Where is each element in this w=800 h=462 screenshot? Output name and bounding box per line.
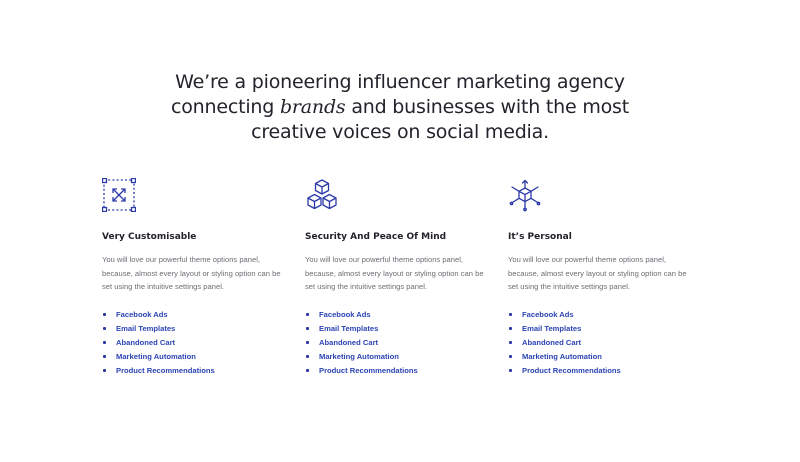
feature-link-marketing-automation[interactable]: Marketing Automation xyxy=(102,350,305,364)
feature-link-email-templates[interactable]: Email Templates xyxy=(508,322,711,336)
bullet-icon xyxy=(509,354,512,358)
feature-title: Security And Peace Of Mind xyxy=(305,232,447,242)
cubes-icon xyxy=(307,179,337,210)
link-label: Facebook Ads xyxy=(116,309,168,319)
cube-network-icon xyxy=(509,179,541,212)
link-label: Marketing Automation xyxy=(522,351,602,361)
feature-link-email-templates[interactable]: Email Templates xyxy=(305,322,508,336)
bullet-icon xyxy=(103,312,106,316)
feature-link-list: Facebook Ads Email Templates Abandoned C… xyxy=(508,308,711,378)
feature-link-product-recommendations[interactable]: Product Recommendations xyxy=(102,364,305,378)
link-label: Facebook Ads xyxy=(522,309,574,319)
feature-link-abandoned-cart[interactable]: Abandoned Cart xyxy=(102,336,305,350)
bullet-icon xyxy=(306,368,309,372)
bullet-icon xyxy=(306,354,309,358)
link-label: Email Templates xyxy=(319,323,379,333)
feature-link-abandoned-cart[interactable]: Abandoned Cart xyxy=(305,336,508,350)
link-label: Abandoned Cart xyxy=(116,337,176,347)
bullet-icon xyxy=(306,326,309,330)
feature-link-email-templates[interactable]: Email Templates xyxy=(102,322,305,336)
feature-description: You will love our powerful theme options… xyxy=(305,255,484,291)
features-row: Very Customisable You will love our powe… xyxy=(102,178,722,378)
feature-link-product-recommendations[interactable]: Product Recommendations xyxy=(508,364,711,378)
hero-headline: We’re a pioneering influencer marketing … xyxy=(0,70,800,145)
bullet-icon xyxy=(509,368,512,372)
feature-title: Very Customisable xyxy=(102,232,197,242)
feature-link-list: Facebook Ads Email Templates Abandoned C… xyxy=(102,308,305,378)
bullet-icon xyxy=(103,368,106,372)
bullet-icon xyxy=(306,340,309,344)
headline-line-2-end: and businesses with the most xyxy=(345,96,629,118)
link-label: Abandoned Cart xyxy=(319,337,379,347)
feature-link-marketing-automation[interactable]: Marketing Automation xyxy=(305,350,508,364)
link-label: Email Templates xyxy=(116,323,176,333)
bullet-icon xyxy=(103,354,106,358)
link-label: Product Recommendations xyxy=(319,365,418,375)
feature-security-peace-of-mind: Security And Peace Of Mind You will love… xyxy=(305,178,508,378)
headline-line-1: We’re a pioneering influencer marketing … xyxy=(175,71,625,93)
link-label: Marketing Automation xyxy=(116,351,196,361)
feature-link-product-recommendations[interactable]: Product Recommendations xyxy=(305,364,508,378)
bullet-icon xyxy=(306,312,309,316)
headline-line-2-start: connecting xyxy=(170,96,280,118)
bullet-icon xyxy=(103,340,106,344)
feature-very-customisable: Very Customisable You will love our powe… xyxy=(102,178,305,378)
link-label: Abandoned Cart xyxy=(522,337,582,347)
feature-link-list: Facebook Ads Email Templates Abandoned C… xyxy=(305,308,508,378)
link-label: Facebook Ads xyxy=(319,309,371,319)
link-label: Product Recommendations xyxy=(522,365,621,375)
feature-description: You will love our powerful theme options… xyxy=(102,255,281,291)
bullet-icon xyxy=(509,312,512,316)
feature-title: It’s Personal xyxy=(508,232,572,242)
headline-line-3: creative voices on social media. xyxy=(251,121,549,143)
feature-link-marketing-automation[interactable]: Marketing Automation xyxy=(508,350,711,364)
link-label: Product Recommendations xyxy=(116,365,215,375)
bullet-icon xyxy=(509,340,512,344)
headline-accent-word: brands xyxy=(279,96,346,118)
feature-link-facebook-ads[interactable]: Facebook Ads xyxy=(102,308,305,322)
headline-line-2: connecting brands and businesses with th… xyxy=(0,95,800,120)
bullet-icon xyxy=(103,326,106,330)
feature-link-facebook-ads[interactable]: Facebook Ads xyxy=(305,308,508,322)
link-label: Marketing Automation xyxy=(319,351,399,361)
link-label: Email Templates xyxy=(522,323,582,333)
expand-arrows-icon xyxy=(102,178,136,212)
bullet-icon xyxy=(509,326,512,330)
feature-its-personal: It’s Personal You will love our powerful… xyxy=(508,178,711,378)
feature-link-abandoned-cart[interactable]: Abandoned Cart xyxy=(508,336,711,350)
feature-description: You will love our powerful theme options… xyxy=(508,255,687,291)
feature-link-facebook-ads[interactable]: Facebook Ads xyxy=(508,308,711,322)
